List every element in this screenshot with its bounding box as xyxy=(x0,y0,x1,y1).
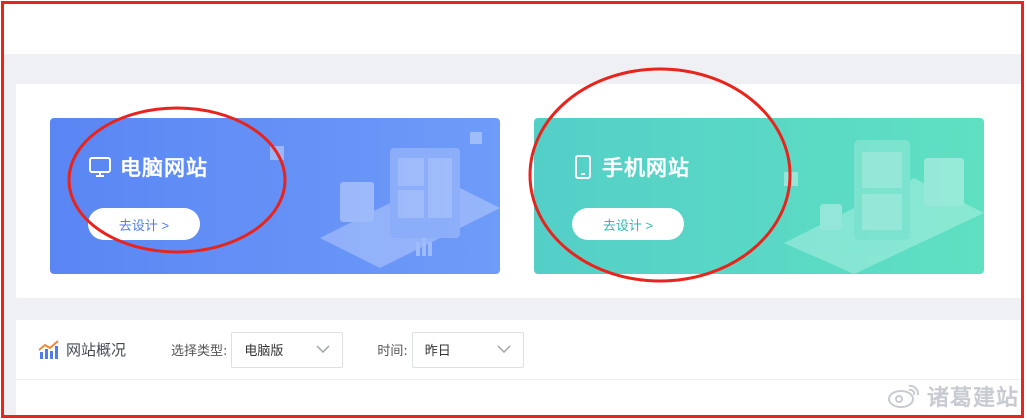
site-overview-toolbar: 网站概况 选择类型: 电脑版 时间: 昨日 xyxy=(16,320,1023,380)
time-filter-label: 时间: xyxy=(377,344,408,359)
watermark-text: 诸葛建站 xyxy=(926,386,1019,411)
trend-chart-icon xyxy=(38,339,60,360)
site-overview-title: 网站概况 xyxy=(66,341,127,359)
time-select-value: 昨日 xyxy=(424,344,451,359)
chevron-down-icon xyxy=(316,342,330,357)
site-overview-panel: 网站概况 选择类型: 电脑版 时间: 昨日 xyxy=(16,320,1023,418)
pc-illustration xyxy=(270,132,500,268)
type-select-value: 电脑版 xyxy=(244,344,284,359)
top-header-strip xyxy=(4,4,1023,54)
pc-website-title: 电脑网站 xyxy=(120,156,208,180)
mobile-website-title: 手机网站 xyxy=(602,156,690,180)
pc-website-card[interactable]: 电脑网站 去设计 > xyxy=(50,118,500,274)
time-select[interactable]: 昨日 xyxy=(411,331,524,368)
mobile-design-button[interactable]: 去设计 > xyxy=(572,208,684,240)
type-select[interactable]: 电脑版 xyxy=(231,331,344,368)
chevron-down-icon xyxy=(497,342,511,357)
mobile-website-card[interactable]: 手机网站 去设计 > xyxy=(534,118,984,274)
watermark: 诸葛建站 xyxy=(887,380,1019,412)
pc-design-button[interactable]: 去设计 > xyxy=(88,208,200,240)
weibo-icon xyxy=(887,383,921,409)
type-filter-label: 选择类型: xyxy=(171,344,228,359)
phone-icon xyxy=(572,155,594,179)
monitor-icon xyxy=(88,155,112,179)
mobile-illustration xyxy=(784,140,984,274)
